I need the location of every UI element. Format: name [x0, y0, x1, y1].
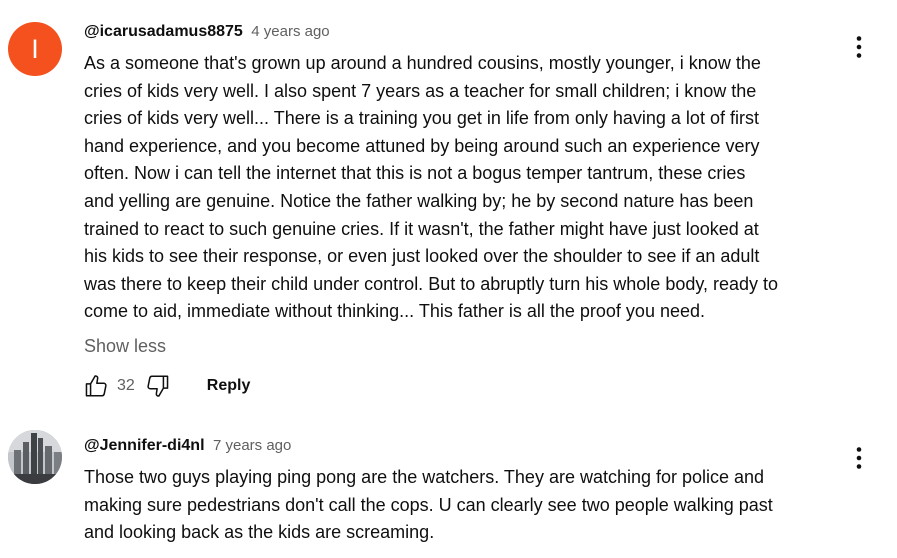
more-vertical-icon — [856, 36, 862, 58]
like-count: 32 — [117, 377, 135, 394]
comment-timestamp[interactable]: 4 years ago — [251, 23, 329, 40]
comment-header: @icarusadamus8875 4 years ago — [84, 21, 844, 43]
comment-text-line: and yelling are genuine. Notice the fath… — [84, 190, 754, 211]
show-less-button[interactable]: Show less — [84, 333, 166, 359]
dislike-button[interactable] — [144, 372, 172, 400]
avatar[interactable] — [8, 430, 62, 484]
comment-menu-button[interactable] — [847, 444, 871, 472]
comment-timestamp[interactable]: 7 years ago — [213, 437, 291, 454]
reply-button[interactable]: Reply — [207, 377, 251, 395]
comment-text: Those two guys playing ping pong are the… — [84, 464, 839, 547]
comment-text-line: hand experience, and you become attuned … — [84, 135, 760, 156]
avatar[interactable]: I — [8, 22, 62, 76]
comment-header: @Jennifer-di4nl 7 years ago — [84, 435, 844, 457]
thumbs-up-icon — [85, 375, 107, 397]
comment-text-line: come to aid, immediate without thinking.… — [84, 301, 705, 322]
author-name[interactable]: @Jennifer-di4nl — [84, 437, 205, 454]
comment-text-line: As a someone that's grown up around a hu… — [84, 53, 761, 73]
comment-text-line: making sure pedestrians don't call the c… — [84, 494, 773, 515]
author-name[interactable]: @icarusadamus8875 — [84, 23, 243, 40]
comment-body: @Jennifer-di4nl 7 years ago Those two gu… — [84, 435, 844, 547]
comment-text-line: was there to keep their child under cont… — [84, 273, 779, 294]
thumbs-down-icon — [147, 375, 169, 397]
avatar-letter: I — [31, 34, 39, 64]
comment-text-line: cries of kids very well... There is a tr… — [84, 108, 759, 129]
comment-text-line: often. Now i can tell the internet that … — [84, 163, 746, 184]
comment-body: @icarusadamus8875 4 years ago As a someo… — [84, 21, 844, 359]
comment-text: As a someone that's grown up around a hu… — [84, 50, 839, 326]
like-button[interactable] — [82, 372, 110, 400]
avatar-photo — [8, 430, 62, 484]
comment-text-line: cries of kids very well. I also spent 7 … — [84, 80, 757, 101]
comment-text-line: Those two guys playing ping pong are the… — [84, 467, 765, 487]
more-vertical-icon — [856, 447, 862, 469]
comment-menu-button[interactable] — [847, 33, 871, 61]
comment-text-line: and looking back as the kids are screami… — [84, 522, 435, 543]
comment-actions: 32 Reply — [82, 372, 250, 400]
comment-text-line: his kids to see their response, or even … — [84, 246, 760, 267]
comment-text-line: trained to react to such genuine cries. … — [84, 218, 759, 239]
